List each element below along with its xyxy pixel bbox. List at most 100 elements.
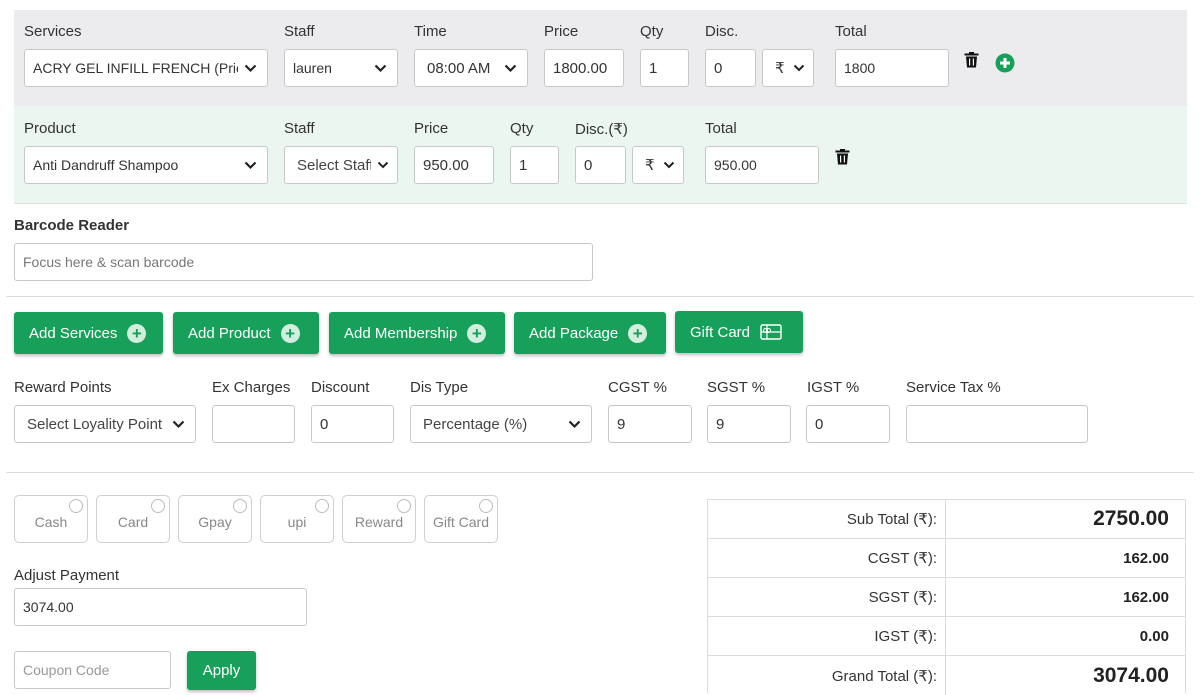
payment-method-label: Gpay <box>198 514 232 530</box>
ex-charges-input[interactable] <box>212 405 295 443</box>
chevron-down-icon <box>172 420 185 429</box>
igst-row: IGST (₹): 0.00 <box>708 617 1185 656</box>
discount-input[interactable]: 0 <box>311 405 394 443</box>
payment-method-label: Reward <box>354 514 404 530</box>
subtotal-value: 2750.00 <box>1093 507 1169 530</box>
service-total-input[interactable]: 1800 <box>835 49 949 87</box>
time-value: 08:00 AM <box>427 59 491 77</box>
plus-circle-icon[interactable] <box>995 53 1015 77</box>
payment-method-gift-card[interactable]: Gift Card <box>424 495 498 543</box>
igst-label: IGST % <box>807 379 860 396</box>
radio-icon <box>69 499 83 513</box>
dis-type-label: Dis Type <box>410 379 469 396</box>
grand-total-row: Grand Total (₹): 3074.00 <box>708 656 1185 695</box>
product-total-input[interactable]: 950.00 <box>705 146 819 184</box>
gift-card-icon <box>760 324 782 340</box>
add-product-button[interactable]: Add Product + <box>173 312 319 354</box>
service-tax-input[interactable] <box>906 405 1088 443</box>
adjust-payment-input[interactable]: 3074.00 <box>14 588 307 626</box>
plus-circle-icon: + <box>127 323 147 343</box>
cgst-label: CGST % <box>608 379 667 396</box>
trash-icon[interactable] <box>835 149 850 169</box>
payment-method-upi[interactable]: upi <box>260 495 334 543</box>
cgst-amount-value: 162.00 <box>1123 549 1169 567</box>
service-disc-label: Disc. <box>705 23 739 40</box>
payment-method-label: Card <box>117 514 149 530</box>
dis-type-select[interactable]: Percentage (%) <box>410 405 592 443</box>
service-disc-type-select[interactable]: ₹ <box>762 49 814 87</box>
service-staff-value: lauren <box>293 60 332 76</box>
chevron-down-icon <box>663 161 675 169</box>
product-select[interactable]: Anti Dandruff Shampoo <box>24 146 268 184</box>
plus-circle-icon: + <box>628 323 648 343</box>
igst-amount-value: 0.00 <box>1139 627 1169 645</box>
adjust-payment-label: Adjust Payment <box>14 567 120 584</box>
radio-icon <box>315 499 329 513</box>
payment-method-card[interactable]: Card <box>96 495 170 543</box>
add-services-button[interactable]: Add Services + <box>14 312 163 354</box>
cgst-input[interactable]: 9 <box>608 405 692 443</box>
service-disc-type-value: ₹ <box>775 60 785 77</box>
chevron-down-icon <box>377 161 389 169</box>
gift-card-label: Gift Card <box>690 323 751 341</box>
chevron-down-icon <box>504 64 517 73</box>
add-membership-button[interactable]: Add Membership + <box>329 312 505 354</box>
service-price-input[interactable]: 1800.00 <box>544 49 624 87</box>
reward-points-label: Reward Points <box>14 379 112 396</box>
service-select-value: ACRY GEL INFILL FRENCH (Price: <box>33 60 238 76</box>
cgst-row: CGST (₹): 162.00 <box>708 539 1185 578</box>
product-label: Product <box>24 120 76 137</box>
sgst-input[interactable]: 9 <box>707 405 791 443</box>
summary-table: Sub Total (₹): 2750.00 CGST (₹): 162.00 … <box>707 499 1186 695</box>
add-membership-label: Add Membership <box>344 324 458 342</box>
radio-icon <box>233 499 247 513</box>
product-disc-type-select[interactable]: ₹ <box>632 146 684 184</box>
discount-label: Discount <box>311 379 370 396</box>
trash-icon[interactable] <box>964 52 979 72</box>
payment-method-label: Cash <box>34 514 68 530</box>
subtotal-label: Sub Total (₹): <box>708 500 946 538</box>
barcode-label: Barcode Reader <box>14 217 130 234</box>
radio-icon <box>479 499 493 513</box>
service-qty-input[interactable]: 1 <box>640 49 689 87</box>
product-total-label: Total <box>705 120 737 137</box>
sgst-amount-label: SGST (₹): <box>708 578 946 616</box>
sgst-label: SGST % <box>707 379 766 396</box>
add-services-label: Add Services <box>29 324 118 342</box>
service-select[interactable]: ACRY GEL INFILL FRENCH (Price: <box>24 49 268 87</box>
reward-points-select[interactable]: Select Loyality Point <box>14 405 196 443</box>
grand-total-value: 3074.00 <box>1093 663 1169 687</box>
payment-method-gpay[interactable]: Gpay <box>178 495 252 543</box>
service-staff-label: Staff <box>284 23 315 40</box>
apply-coupon-button[interactable]: Apply <box>187 651 256 690</box>
barcode-input[interactable]: Focus here & scan barcode <box>14 243 593 281</box>
service-staff-select[interactable]: lauren <box>284 49 398 87</box>
payment-method-cash[interactable]: Cash <box>14 495 88 543</box>
payment-method-label: upi <box>287 514 307 530</box>
apply-label: Apply <box>202 662 241 679</box>
service-disc-input[interactable]: 0 <box>705 49 756 87</box>
product-price-label: Price <box>414 120 449 137</box>
chevron-down-icon <box>244 161 257 170</box>
time-label: Time <box>414 23 447 40</box>
add-package-button[interactable]: Add Package + <box>514 312 666 354</box>
igst-input[interactable]: 0 <box>806 405 890 443</box>
product-price-input[interactable]: 950.00 <box>414 146 494 184</box>
product-disc-input[interactable]: 0 <box>575 146 626 184</box>
payment-method-reward[interactable]: Reward <box>342 495 416 543</box>
coupon-code-input[interactable]: Coupon Code <box>14 651 171 689</box>
product-qty-label: Qty <box>510 120 534 137</box>
product-staff-label: Staff <box>284 120 315 137</box>
product-qty-input[interactable]: 1 <box>510 146 559 184</box>
time-select[interactable]: 08:00 AM <box>414 49 528 87</box>
reward-points-value: Select Loyality Point <box>27 415 163 433</box>
payment-method-label: Gift Card <box>432 514 489 530</box>
product-disc-label: Disc.(₹) <box>575 121 628 138</box>
chevron-down-icon <box>374 64 387 73</box>
ex-charges-label: Ex Charges <box>212 379 291 396</box>
product-staff-select[interactable]: Select Staff <box>284 146 398 184</box>
gift-card-button[interactable]: Gift Card <box>675 311 803 353</box>
chevron-down-icon <box>244 64 257 73</box>
product-staff-value: Select Staff <box>297 156 371 174</box>
service-price-label: Price <box>544 23 579 40</box>
